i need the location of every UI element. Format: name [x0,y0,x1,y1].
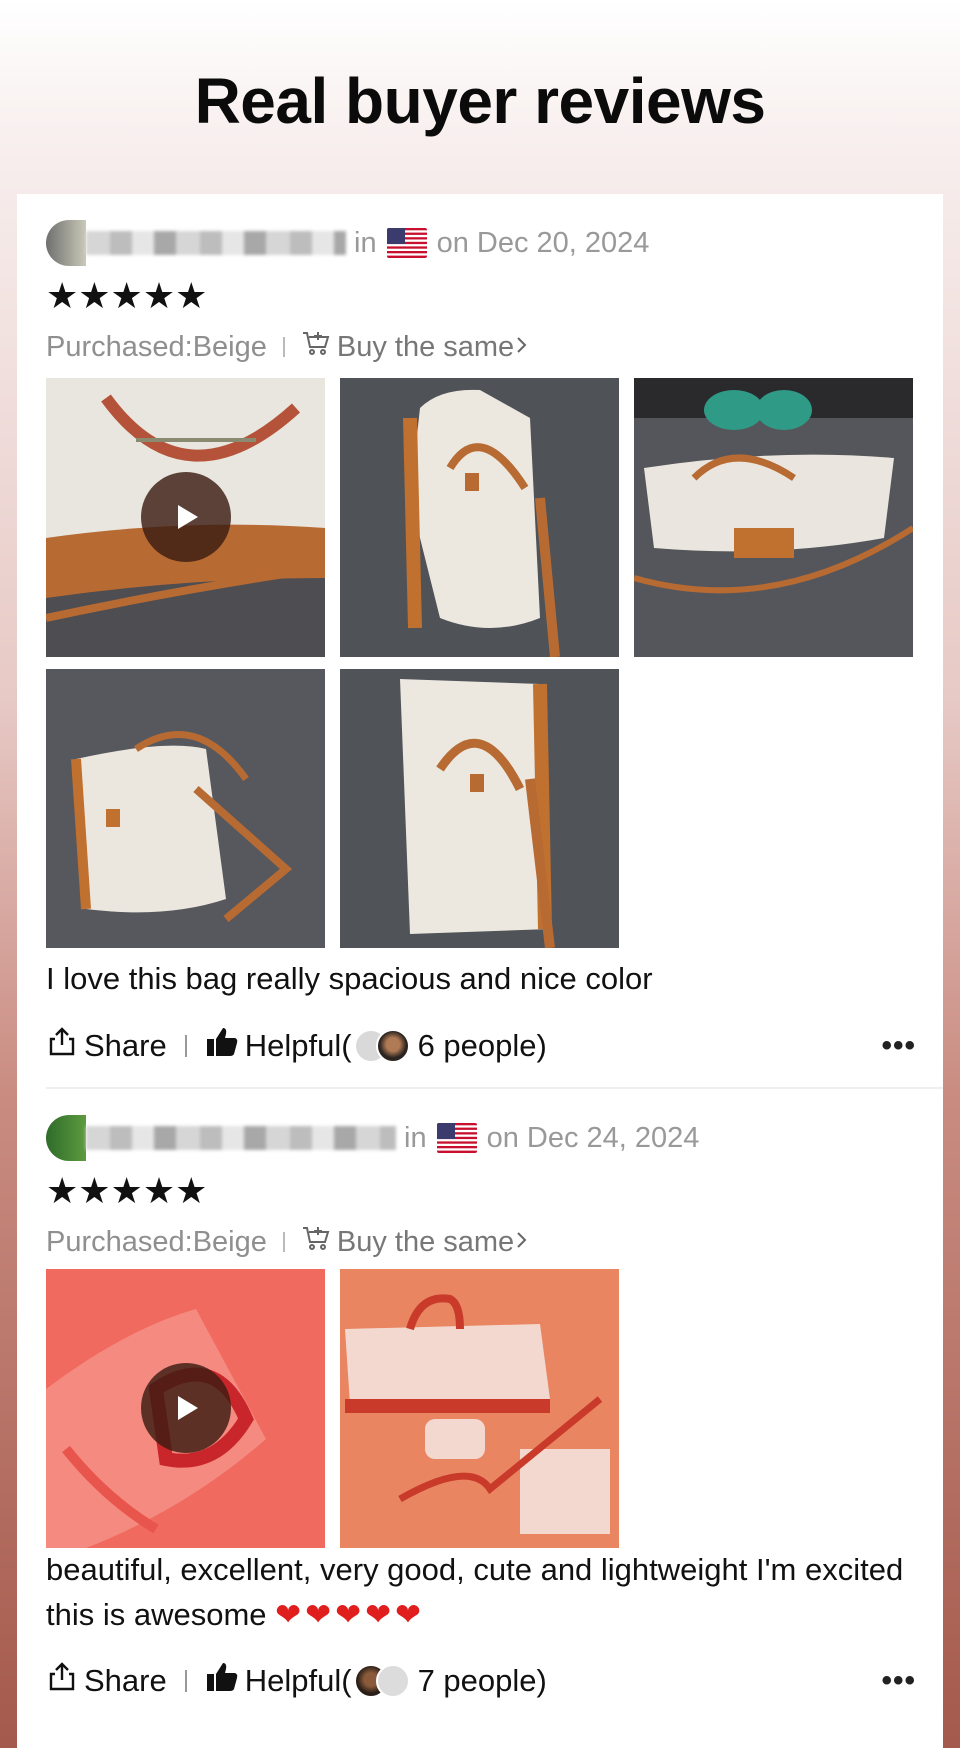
reviews-card: in on Dec 20, 2024 ★★★★★ Purchased:Beige [17,194,943,1748]
helpful-button[interactable]: Helpful( 7 people) [205,1661,547,1701]
review-photo[interactable] [340,669,619,948]
chevron-right-icon [514,331,536,364]
cart-plus-icon [301,1224,337,1260]
us-flag-icon [386,228,427,258]
helpful-label: Helpful( [244,1028,352,1063]
helper-avatar [375,1029,410,1063]
review-header: in on Dec 24, 2024 [46,1115,906,1161]
review-photo[interactable] [634,378,913,657]
helper-avatar [375,1664,410,1698]
helpful-count: 6 people) [417,1028,547,1063]
chevron-right-icon [514,1226,536,1259]
purchased-variant: Purchased:Beige [46,1225,267,1258]
helpful-button[interactable]: Helpful( 6 people) [205,1026,547,1066]
review-actions: Share Helpful( 6 people) ••• [46,1022,916,1070]
separator [282,337,285,357]
more-dots-icon[interactable]: ••• [881,1664,916,1698]
star-rating: ★★★★★ [46,1170,208,1211]
share-button[interactable]: Share [46,1026,167,1066]
share-button[interactable]: Share [46,1661,167,1701]
share-label: Share [84,1663,167,1698]
reviewer-avatar[interactable] [46,1115,86,1161]
helpful-count: 7 people) [417,1663,547,1698]
play-icon[interactable] [141,1363,231,1453]
review-photo[interactable] [340,1269,619,1548]
reviewer-avatar[interactable] [46,220,86,266]
reviewer-name-blurred [86,1126,396,1150]
purchased-variant: Purchased:Beige [46,330,267,363]
purchase-row: Purchased:Beige Buy the same [46,1217,906,1267]
buy-same-link[interactable]: Buy the same [301,329,536,365]
review-video-thumbnail[interactable] [46,1269,325,1548]
reviewer-name-blurred [86,231,346,255]
review-photo[interactable] [340,378,619,657]
star-rating: ★★★★★ [46,275,208,316]
in-label: in [404,1121,427,1154]
play-icon[interactable] [141,472,231,562]
more-dots-icon[interactable]: ••• [881,1029,916,1063]
review-actions: Share Helpful( 7 people) ••• [46,1657,916,1705]
heart-emojis: ❤❤❤❤❤ [275,1597,426,1632]
helpful-avatars [353,1664,410,1698]
separator [184,1035,187,1057]
in-label: in [354,226,377,259]
purchase-row: Purchased:Beige Buy the same [46,322,906,372]
separator [184,1670,187,1692]
cart-plus-icon [301,329,337,365]
helpful-avatars [353,1029,410,1063]
review-divider [46,1087,943,1089]
buy-same-link[interactable]: Buy the same [301,1224,536,1260]
review-text-body: beautiful, excellent, very good, cute an… [46,1552,904,1632]
review-header: in on Dec 20, 2024 [46,220,906,266]
review-text: I love this bag really spacious and nice… [46,961,653,996]
page-title: Real buyer reviews [194,65,766,137]
share-label: Share [84,1028,167,1063]
buy-same-label: Buy the same [336,330,515,363]
separator [282,1232,285,1252]
share-icon [46,1026,84,1066]
buy-same-label: Buy the same [336,1225,515,1258]
review-date: on Dec 24, 2024 [486,1121,700,1154]
us-flag-icon [436,1123,477,1153]
review-text: beautiful, excellent, very good, cute an… [46,1547,906,1637]
thumbs-up-icon [205,1661,245,1701]
share-icon [46,1661,84,1701]
review-video-thumbnail[interactable] [46,378,325,657]
thumbs-up-icon [205,1026,245,1066]
review-photo[interactable] [46,669,325,948]
helpful-label: Helpful( [244,1663,352,1698]
review-date: on Dec 20, 2024 [436,226,650,259]
